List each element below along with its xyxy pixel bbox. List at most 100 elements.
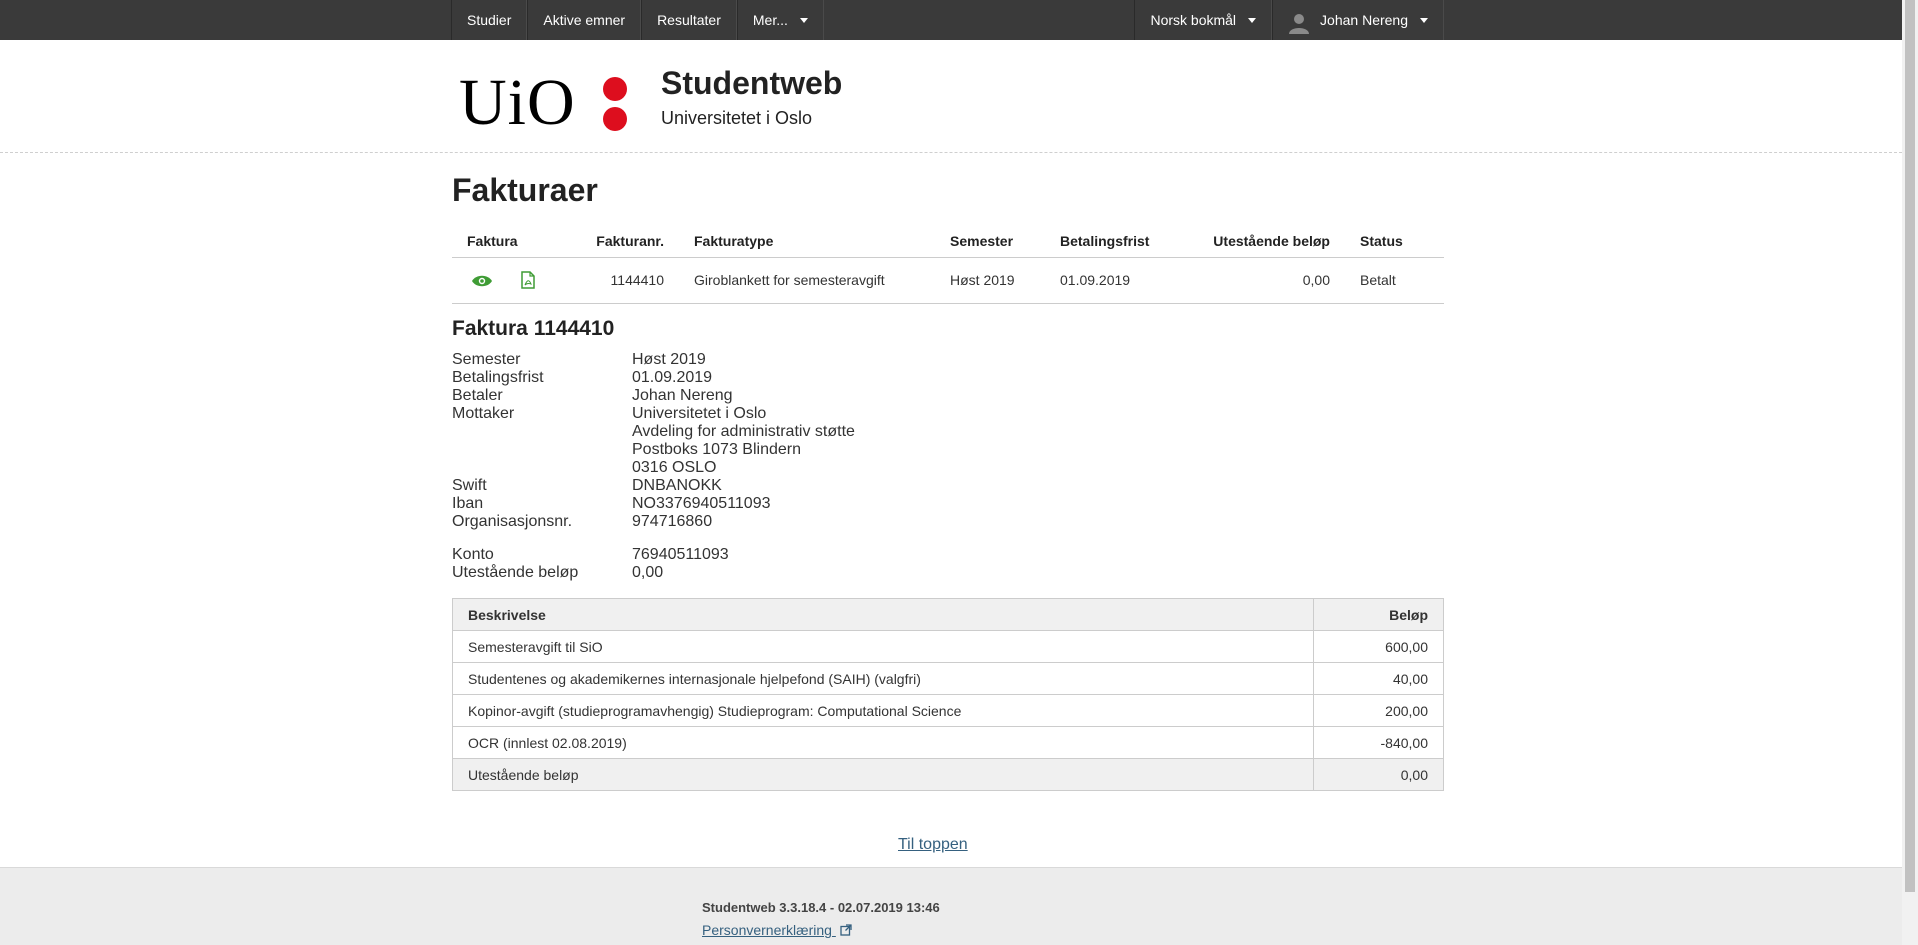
invoice-actions	[452, 257, 579, 304]
caret-down-icon	[1420, 17, 1428, 23]
address-line: 0316 OSLO	[632, 459, 717, 476]
total-amount: 0,00	[1313, 758, 1444, 791]
detail-row-semester: Semester Høst 2019	[452, 351, 1032, 369]
nav-label: Resultater	[657, 12, 721, 28]
scrollbar-thumb[interactable]	[1905, 0, 1915, 892]
detail-label: Mottaker	[452, 405, 515, 422]
top-navigation: Studier Aktive emner Resultater Mer... N…	[0, 0, 1902, 40]
site-footer: Studentweb 3.3.18.4 - 02.07.2019 13:46 P…	[0, 867, 1902, 945]
detail-value: NO3376940511093	[632, 495, 771, 512]
invoice-detail-title: Faktura 1144410	[452, 317, 615, 340]
detail-value-address: Universitetet i Oslo Avdeling for admini…	[632, 405, 1032, 477]
detail-row-orgnr: Organisasjonsnr. 974716860	[452, 513, 1032, 531]
detail-value: DNBANOKK	[632, 477, 722, 494]
site-subtitle: Universitetet i Oslo	[661, 108, 813, 128]
table-row: Semesteravgift til SiO 600,00	[452, 630, 1444, 663]
line-description: Studentenes og akademikernes internasjon…	[452, 662, 1314, 695]
line-amount: 40,00	[1313, 662, 1444, 695]
privacy-link[interactable]: Personvernerklæring	[702, 922, 852, 939]
line-amount: 200,00	[1313, 694, 1444, 727]
eye-icon[interactable]	[471, 274, 493, 287]
table-header-row: Beskrivelse Beløp	[452, 598, 1444, 631]
detail-row-betalingsfrist: Betalingsfrist 01.09.2019	[452, 369, 1032, 387]
user-dropdown[interactable]: Johan Nereng	[1272, 0, 1444, 40]
table-header-row: Faktura Fakturanr. Fakturatype Semester …	[452, 225, 1444, 258]
invoice-table: Faktura Fakturanr. Fakturatype Semester …	[452, 225, 1444, 304]
table-row: Studentenes og akademikernes internasjon…	[452, 662, 1444, 695]
invoice-outstanding: 0,00	[1180, 257, 1345, 304]
detail-label: Konto	[452, 546, 494, 563]
user-menu: Norsk bokmål Johan Nereng	[1134, 0, 1444, 40]
privacy-link-label: Personvernerklæring	[702, 922, 832, 938]
user-avatar-icon	[1288, 9, 1310, 34]
invoice-status: Betalt	[1345, 257, 1444, 304]
detail-value: 974716860	[632, 513, 713, 530]
site-title[interactable]: Studentweb	[661, 65, 842, 102]
detail-row-utestaende: Utestående beløp 0,00	[452, 564, 1032, 582]
nav-studier[interactable]: Studier	[451, 0, 528, 40]
detail-row-mottaker: Mottaker Universitetet i Oslo Avdeling f…	[452, 405, 1032, 477]
col-fakturatype: Fakturatype	[679, 225, 935, 258]
detail-label: Utestående beløp	[452, 564, 579, 581]
invoice-due: 01.09.2019	[1045, 257, 1180, 304]
main-menu: Studier Aktive emner Resultater Mer...	[451, 0, 824, 40]
back-to-top-link[interactable]: Til toppen	[898, 836, 968, 854]
table-row: OCR (innlest 02.08.2019) -840,00	[452, 726, 1444, 759]
uio-logo-dots	[603, 77, 629, 133]
address-line: Avdeling for administrativ støtte	[632, 423, 855, 440]
line-description: Semesteravgift til SiO	[452, 630, 1314, 663]
col-fakturanr: Fakturanr.	[579, 225, 679, 258]
col-status: Status	[1345, 225, 1444, 258]
total-row: Utestående beløp 0,00	[452, 758, 1444, 791]
detail-value: 01.09.2019	[632, 369, 713, 386]
logo-dot	[603, 107, 627, 131]
detail-label: Swift	[452, 477, 487, 494]
user-name: Johan Nereng	[1320, 12, 1408, 28]
detail-label: Iban	[452, 495, 484, 512]
external-link-icon	[840, 923, 852, 939]
nav-label: Mer...	[752, 12, 788, 28]
col-betalingsfrist: Betalingsfrist	[1045, 225, 1180, 258]
invoice-lines-table: Beskrivelse Beløp Semesteravgift til SiO…	[452, 598, 1444, 791]
caret-down-icon	[1248, 17, 1257, 23]
language-label: Norsk bokmål	[1150, 12, 1237, 28]
col-semester: Semester	[935, 225, 1045, 258]
version-text: Studentweb 3.3.18.4 - 02.07.2019 13:46	[702, 900, 940, 915]
invoice-number: 1144410	[579, 257, 679, 304]
nav-more-dropdown[interactable]: Mer...	[736, 0, 824, 40]
line-amount: -840,00	[1313, 726, 1444, 759]
nav-label: Studier	[467, 12, 512, 28]
table-row: Kopinor-avgift (studieprogramavhengig) S…	[452, 694, 1444, 727]
detail-row-betaler: Betaler Johan Nereng	[452, 387, 1032, 405]
col-belop: Beløp	[1313, 598, 1444, 631]
detail-row-konto: Konto 76940511093	[452, 546, 1032, 564]
detail-label: Organisasjonsnr.	[452, 513, 573, 530]
detail-value: 76940511093	[632, 546, 729, 563]
language-dropdown[interactable]: Norsk bokmål	[1134, 0, 1273, 40]
col-beskrivelse: Beskrivelse	[452, 598, 1314, 631]
vertical-scrollbar[interactable]	[1902, 0, 1918, 945]
nav-resultater[interactable]: Resultater	[641, 0, 737, 40]
detail-row-iban: Iban NO3376940511093	[452, 495, 1032, 513]
detail-value: Høst 2019	[632, 351, 706, 368]
detail-label: Semester	[452, 351, 521, 368]
line-amount: 600,00	[1313, 630, 1444, 663]
site-header: UiO Studentweb Universitetet i Oslo	[0, 40, 1902, 153]
total-label: Utestående beløp	[452, 758, 1314, 791]
col-faktura: Faktura	[452, 225, 579, 258]
address-line: Postboks 1073 Blindern	[632, 441, 801, 458]
invoice-semester: Høst 2019	[935, 257, 1045, 304]
pdf-icon[interactable]	[521, 271, 535, 289]
line-description: OCR (innlest 02.08.2019)	[452, 726, 1314, 759]
invoice-type: Giroblankett for semesteravgift	[679, 257, 935, 304]
nav-aktive-emner[interactable]: Aktive emner	[527, 0, 642, 40]
caret-down-icon	[799, 17, 808, 23]
uio-logo[interactable]: UiO	[459, 63, 576, 143]
detail-row-swift: Swift DNBANOKK	[452, 477, 1032, 495]
page-title: Fakturaer	[452, 172, 598, 208]
logo-dot	[603, 77, 627, 101]
table-row: 1144410 Giroblankett for semesteravgift …	[452, 257, 1444, 304]
detail-value: Johan Nereng	[632, 387, 733, 404]
detail-label: Betaler	[452, 387, 503, 404]
